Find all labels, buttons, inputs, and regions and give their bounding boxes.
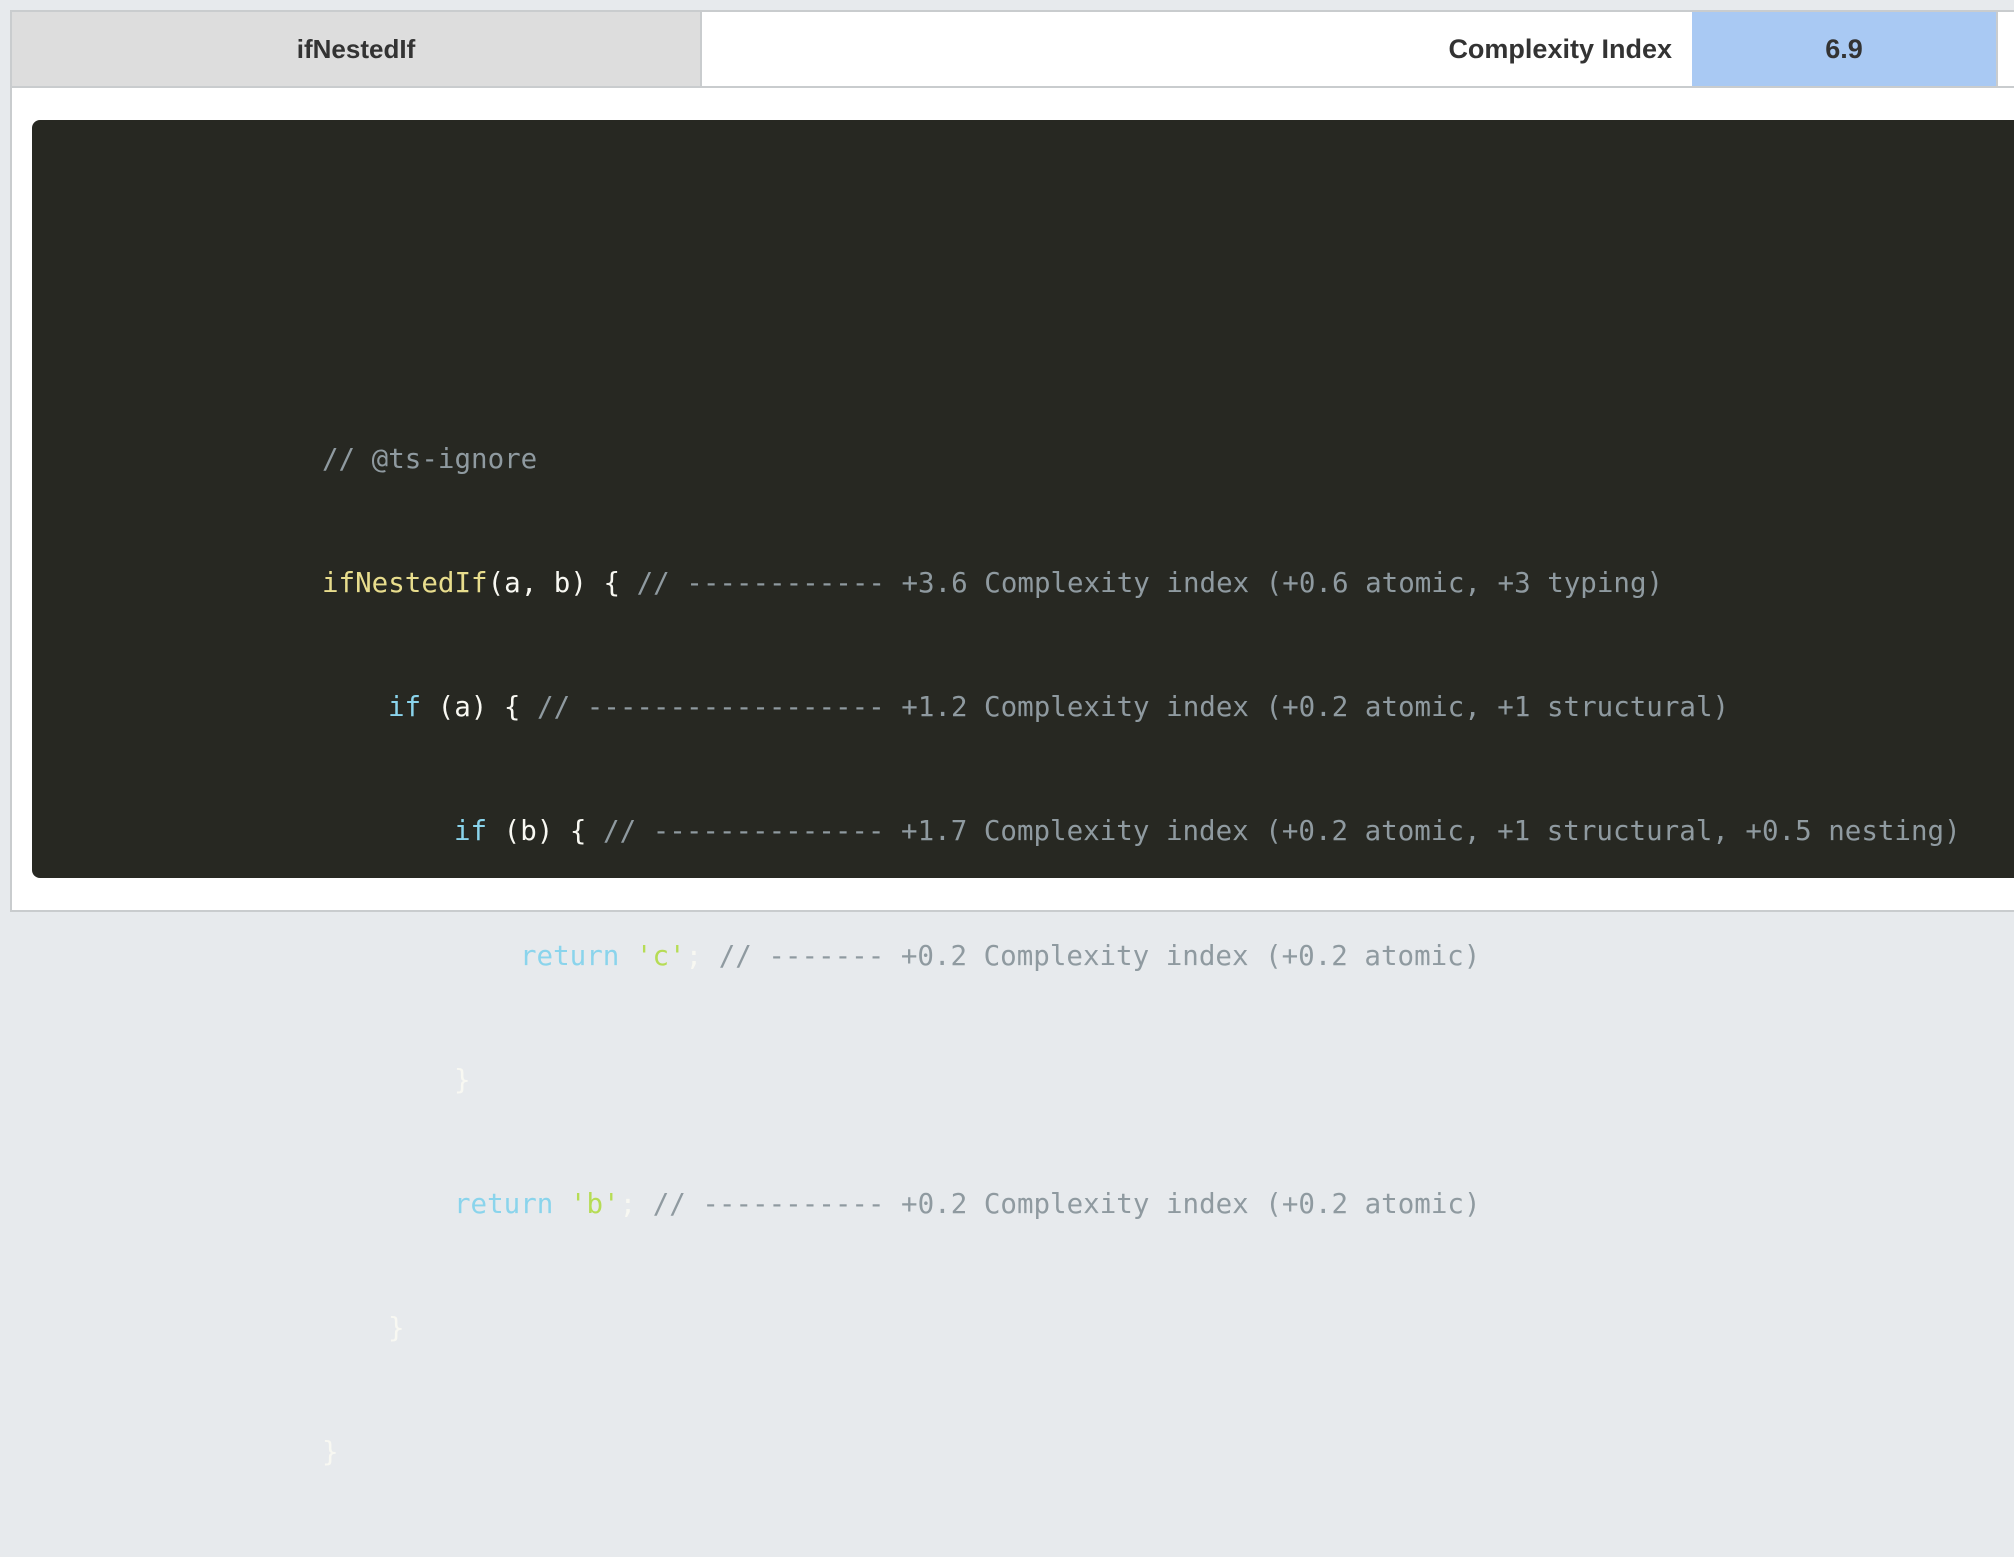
code-comment: // @ts-ignore <box>322 442 538 475</box>
code-line-2: ifNestedIf(a, b) { // ------------ +3.6 … <box>322 563 1961 604</box>
metric-label: Complexity Index <box>702 12 1692 86</box>
code-line-8: } <box>322 1308 1961 1349</box>
code-block: // @ts-ignore ifNestedIf(a, b) { // ----… <box>32 120 2014 1468</box>
function-identifier: ifNestedIf <box>322 567 488 600</box>
code-comment: // ------------------ +1.2 Complexity in… <box>537 691 1730 724</box>
code-text: } <box>388 1312 405 1345</box>
code-comment: // ------------ +3.6 Complexity index (+… <box>636 567 1664 600</box>
report-header: ifNestedIf Complexity Index 6.9 <box>12 12 2014 88</box>
keyword: return <box>520 939 620 972</box>
code-text: (b) { <box>487 815 604 848</box>
code-text: } <box>454 1063 471 1096</box>
string-literal: 'b' <box>569 1188 620 1221</box>
code-line-1: // @ts-ignore <box>322 439 1961 480</box>
code-text: } <box>322 1436 339 1469</box>
code-comment: // ------- +0.2 Complexity index (+0.2 a… <box>718 939 1481 972</box>
code-text: ; <box>619 1188 653 1221</box>
keyword: return <box>454 1188 554 1221</box>
keyword: if <box>388 691 422 724</box>
header-spacer <box>1996 12 2014 86</box>
code-line-5: return 'c'; // ------- +0.2 Complexity i… <box>322 936 1961 977</box>
code-text: (a, b) { <box>487 567 637 600</box>
string-literal: 'c' <box>635 939 686 972</box>
function-name: ifNestedIf <box>12 12 702 86</box>
code-line-3: if (a) { // ------------------ +1.2 Comp… <box>322 687 1961 728</box>
code-comment: // ----------- +0.2 Complexity index (+0… <box>652 1188 1481 1221</box>
code-text: ; <box>685 939 719 972</box>
code-content: // @ts-ignore ifNestedIf(a, b) { // ----… <box>322 356 1961 1557</box>
keyword: if <box>454 815 488 848</box>
metric-value: 6.9 <box>1692 12 1996 86</box>
code-line-9: } <box>322 1432 1961 1473</box>
complexity-report-card: ifNestedIf Complexity Index 6.9 // @ts-i… <box>10 10 2014 1468</box>
code-line-6: } <box>322 1060 1961 1101</box>
code-text: (a) { <box>421 691 538 724</box>
code-line-7: return 'b'; // ----------- +0.2 Complexi… <box>322 1184 1961 1225</box>
code-comment: // -------------- +1.7 Complexity index … <box>603 815 1961 848</box>
code-line-4: if (b) { // -------------- +1.7 Complexi… <box>322 811 1961 852</box>
